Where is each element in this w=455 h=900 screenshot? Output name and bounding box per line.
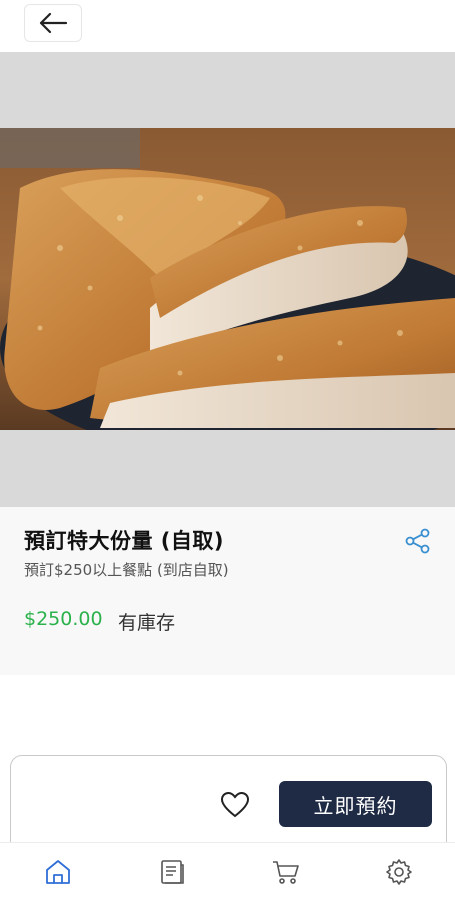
cart-icon[interactable] (271, 857, 301, 887)
product-info-panel: 預訂特大份量 (自取) 預訂$250以上餐點 (到店自取) $250.00 有庫… (0, 507, 455, 675)
product-image[interactable] (0, 128, 455, 430)
arrow-left-icon (39, 12, 68, 34)
product-price: $250.00 (24, 608, 103, 630)
settings-icon[interactable] (384, 857, 414, 887)
heart-icon[interactable] (220, 790, 250, 820)
product-subtitle: 預訂$250以上餐點 (到店自取) (24, 561, 229, 579)
top-bar (0, 0, 455, 52)
product-detail-screen: 預訂特大份量 (自取) 預訂$250以上餐點 (到店自取) $250.00 有庫… (0, 0, 455, 900)
stock-status: 有庫存 (118, 612, 176, 634)
product-title: 預訂特大份量 (自取) (24, 529, 225, 553)
action-card: 立即預約 (10, 755, 447, 855)
menu-book-icon[interactable] (157, 857, 187, 887)
back-button[interactable] (24, 4, 82, 42)
reserve-button[interactable]: 立即預約 (279, 781, 432, 827)
product-image-frame (0, 52, 455, 507)
share-icon[interactable] (404, 527, 432, 555)
bottom-nav (0, 842, 455, 900)
home-icon[interactable] (43, 857, 73, 887)
